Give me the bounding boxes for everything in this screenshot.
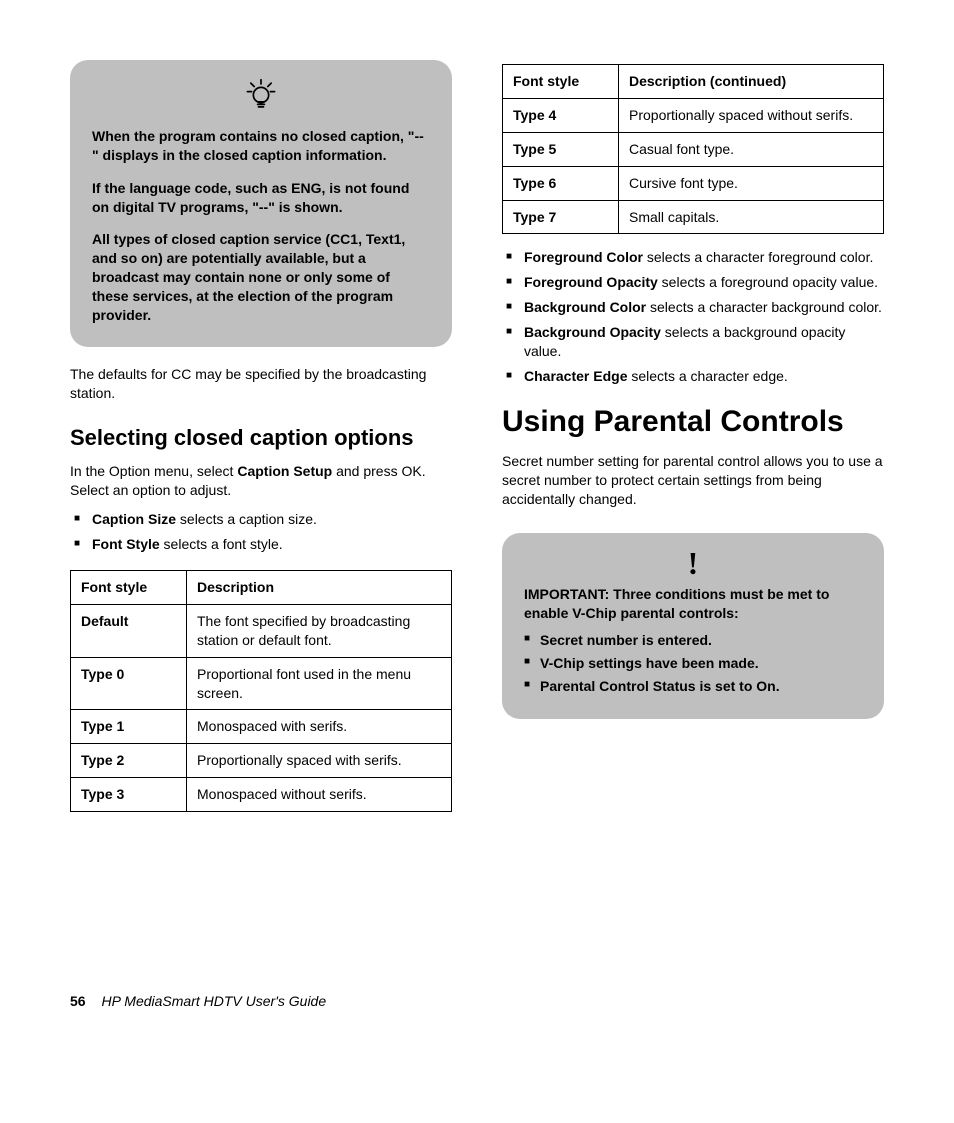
table-row: Type 2Proportionally spaced with serifs.	[71, 744, 452, 778]
important-callout-box: ! IMPORTANT: Three conditions must be me…	[502, 533, 884, 719]
page-number: 56	[70, 993, 86, 1009]
table-header: Description	[187, 570, 452, 604]
list-item: Secret number is entered.	[524, 631, 862, 650]
table-row: Type 0Proportional font used in the menu…	[71, 657, 452, 710]
list-item: V-Chip settings have been made.	[524, 654, 862, 673]
body-text: Secret number setting for parental contr…	[502, 452, 884, 509]
table-row: DefaultThe font specified by broadcastin…	[71, 604, 452, 657]
font-style-table-2: Font style Description (continued) Type …	[502, 64, 884, 234]
table-row: Type 5Casual font type.	[503, 132, 884, 166]
tip-paragraph: All types of closed caption service (CC1…	[92, 230, 430, 324]
table-header: Font style	[71, 570, 187, 604]
option-list: Caption Size selects a caption size. Fon…	[70, 510, 452, 554]
table-header: Font style	[503, 65, 619, 99]
table-row: Type 7Small capitals.	[503, 200, 884, 234]
heading-selecting-cc-options: Selecting closed caption options	[70, 423, 452, 453]
footer-title: HP MediaSmart HDTV User's Guide	[101, 993, 326, 1009]
heading-using-parental-controls: Using Parental Controls	[502, 402, 884, 443]
body-text: The defaults for CC may be specified by …	[70, 365, 452, 403]
tip-callout-box: When the program contains no closed capt…	[70, 60, 452, 347]
table-header: Description (continued)	[619, 65, 884, 99]
table-header-row: Font style Description (continued)	[503, 65, 884, 99]
table-row: Type 4Proportionally spaced without seri…	[503, 98, 884, 132]
exclamation-icon: !	[524, 547, 862, 579]
list-item: Background Opacity selects a background …	[502, 323, 884, 361]
body-text: In the Option menu, select Caption Setup…	[70, 462, 452, 500]
font-style-table-1: Font style Description DefaultThe font s…	[70, 570, 452, 812]
lightbulb-icon	[92, 78, 430, 117]
table-row: Type 3Monospaced without serifs.	[71, 778, 452, 812]
table-row: Type 6Cursive font type.	[503, 166, 884, 200]
important-list: Secret number is entered. V-Chip setting…	[524, 631, 862, 696]
tip-paragraph: When the program contains no closed capt…	[92, 127, 430, 165]
list-item: Caption Size selects a caption size.	[70, 510, 452, 529]
tip-paragraph: If the language code, such as ENG, is no…	[92, 179, 430, 217]
table-row: Type 1Monospaced with serifs.	[71, 710, 452, 744]
page-footer: 56 HP MediaSmart HDTV User's Guide	[70, 992, 884, 1011]
list-item: Foreground Color selects a character for…	[502, 248, 884, 267]
option-list: Foreground Color selects a character for…	[502, 248, 884, 385]
table-header-row: Font style Description	[71, 570, 452, 604]
list-item: Font Style selects a font style.	[70, 535, 452, 554]
list-item: Character Edge selects a character edge.	[502, 367, 884, 386]
list-item: Parental Control Status is set to On.	[524, 677, 862, 696]
important-title: IMPORTANT: Three conditions must be met …	[524, 585, 862, 623]
list-item: Foreground Opacity selects a foreground …	[502, 273, 884, 292]
list-item: Background Color selects a character bac…	[502, 298, 884, 317]
